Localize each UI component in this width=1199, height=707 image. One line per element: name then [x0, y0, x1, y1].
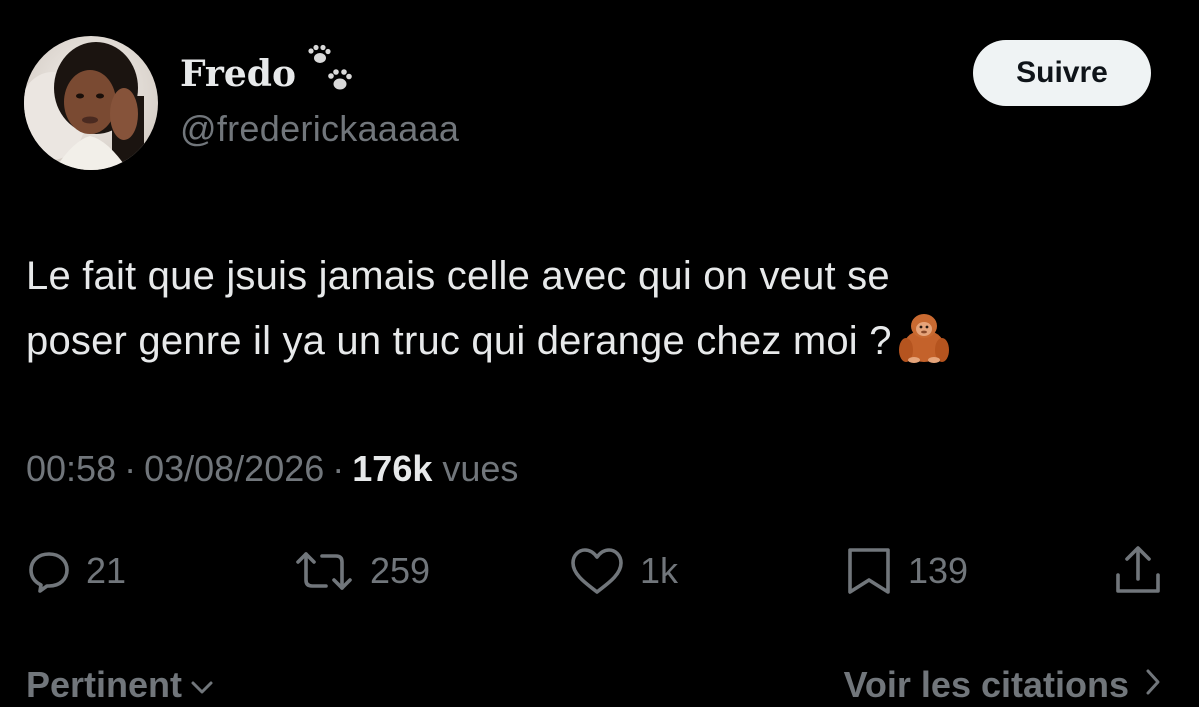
- share-icon: [1110, 543, 1166, 599]
- tweet-time: 00:58: [26, 448, 117, 489]
- tweet-meta: 00:58 · 03/08/2026 · 176k vues: [26, 448, 518, 490]
- share-button[interactable]: [1110, 538, 1166, 604]
- like-button[interactable]: 1k: [568, 538, 678, 604]
- sort-label: Pertinent: [26, 664, 183, 705]
- author-name-row[interactable]: Fredo: [180, 44, 360, 102]
- meta-separator: ·: [124, 448, 137, 489]
- tweet-date: 03/08/2026: [144, 448, 325, 489]
- repost-icon: [292, 548, 356, 594]
- tweet-text-line-2-content: poser genre il ya un truc qui derange ch…: [26, 319, 892, 363]
- views-label[interactable]: vues: [442, 448, 518, 490]
- like-count: 1k: [640, 550, 679, 591]
- follow-button[interactable]: Suivre: [973, 40, 1151, 106]
- reply-button[interactable]: 21: [26, 538, 126, 604]
- bookmark-count: 139: [908, 550, 969, 591]
- bookmark-icon: [844, 546, 894, 596]
- author-handle[interactable]: @frederickaaaaa: [180, 108, 459, 150]
- tweet-text: Le fait que jsuis jamais celle avec qui …: [26, 244, 1166, 373]
- display-name[interactable]: Fredo: [180, 53, 296, 95]
- chevron-right-icon: [1143, 664, 1163, 706]
- tweet-text-line-1: Le fait que jsuis jamais celle avec qui …: [26, 254, 890, 298]
- tweet-detail: Fredo @frederickaaaaa Suivre Le fait que…: [0, 0, 1199, 707]
- view-quotes-link[interactable]: Voir les citations: [844, 664, 1163, 706]
- repost-count: 259: [370, 550, 431, 591]
- orangutan-icon: [896, 308, 952, 364]
- view-quotes-label: Voir les citations: [843, 664, 1129, 705]
- chevron-down-icon: [190, 664, 214, 706]
- reply-count: 21: [86, 550, 127, 591]
- views-count[interactable]: 176k: [352, 448, 432, 490]
- avatar[interactable]: [24, 36, 158, 170]
- repost-button[interactable]: 259: [292, 538, 430, 604]
- sort-dropdown[interactable]: Pertinent: [26, 664, 214, 706]
- heart-icon: [568, 546, 626, 596]
- action-bar: 21 259 1k 139: [0, 538, 1199, 604]
- tweet-text-line-2: poser genre il ya un truc qui derange ch…: [26, 308, 1166, 373]
- reply-icon: [26, 548, 72, 594]
- paw-prints-icon: [300, 44, 360, 100]
- bookmark-button[interactable]: 139: [844, 538, 968, 604]
- meta-separator: ·: [332, 448, 345, 489]
